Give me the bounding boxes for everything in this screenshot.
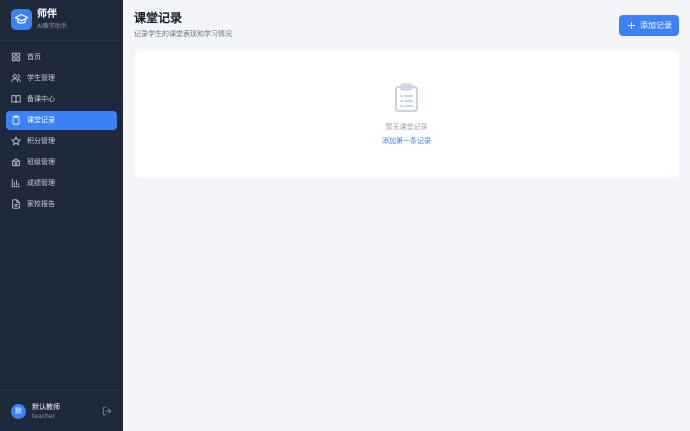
brand-name: 师伴 bbox=[37, 9, 57, 20]
page-title: 课堂记录 bbox=[134, 11, 183, 25]
plus-icon bbox=[628, 22, 635, 29]
user-name: 默认教师 bbox=[32, 403, 60, 411]
sidebar-item-students[interactable]: 学生管理 bbox=[6, 69, 117, 88]
main-content: 课堂记录 记录学生的课堂表现和学习情况 添加记录 暂无课堂记录 添加第一条记录 bbox=[123, 0, 690, 431]
sidebar-item-label: 学生管理 bbox=[27, 74, 55, 82]
clipboard-icon bbox=[12, 115, 20, 125]
graduation-cap-icon bbox=[11, 9, 32, 30]
sidebar-item-grades[interactable]: 成绩管理 bbox=[6, 174, 117, 193]
sidebar-item-reports[interactable]: 家校报告 bbox=[6, 195, 117, 214]
add-record-button[interactable]: 添加记录 bbox=[619, 15, 679, 36]
clipboard-list-icon bbox=[394, 83, 419, 112]
sidebar-item-classes[interactable]: 班级管理 bbox=[6, 153, 117, 172]
sidebar-item-classroom-records[interactable]: 课堂记录 bbox=[6, 111, 117, 130]
sidebar-item-label: 家校报告 bbox=[27, 200, 55, 208]
sidebar-item-lesson-prep[interactable]: 备课中心 bbox=[6, 90, 117, 109]
brand: 师伴 AI教学助手 bbox=[0, 0, 123, 41]
sidebar-item-label: 课堂记录 bbox=[27, 116, 55, 124]
empty-state-text: 暂无课堂记录 bbox=[385, 123, 428, 131]
page-subtitle: 记录学生的课堂表现和学习情况 bbox=[134, 30, 232, 38]
empty-state-card: 暂无课堂记录 添加第一条记录 bbox=[134, 51, 679, 178]
avatar[interactable]: 默 bbox=[11, 404, 26, 419]
grid-icon bbox=[11, 52, 21, 62]
sidebar-nav: 首页 学生管理 备课中心 课堂记录 积分管理 班级管理 成绩管理 家校报告 bbox=[6, 48, 117, 216]
add-first-record-link[interactable]: 添加第一条记录 bbox=[134, 136, 679, 146]
logout-icon[interactable] bbox=[102, 406, 112, 416]
book-icon bbox=[11, 95, 21, 104]
sidebar-item-home[interactable]: 首页 bbox=[6, 48, 117, 67]
users-icon bbox=[11, 74, 21, 83]
add-record-button-label: 添加记录 bbox=[640, 21, 672, 30]
user-profile: 默 默认教师 teacher bbox=[0, 390, 123, 431]
brand-subtitle: AI教学助手 bbox=[37, 23, 67, 30]
sidebar-item-points[interactable]: 积分管理 bbox=[6, 132, 117, 151]
sidebar-item-label: 备课中心 bbox=[27, 95, 55, 103]
school-icon bbox=[12, 158, 20, 167]
bar-chart-icon bbox=[11, 178, 21, 188]
sidebar-item-label: 成绩管理 bbox=[27, 179, 55, 187]
sidebar: 师伴 AI教学助手 首页 学生管理 备课中心 课堂记录 积分管理 班级管理 成绩… bbox=[0, 0, 123, 431]
sidebar-item-label: 首页 bbox=[27, 53, 41, 61]
star-icon bbox=[11, 136, 21, 146]
file-text-icon bbox=[12, 199, 20, 209]
user-role: teacher bbox=[32, 413, 55, 420]
sidebar-item-label: 班级管理 bbox=[27, 158, 55, 166]
sidebar-item-label: 积分管理 bbox=[27, 137, 55, 145]
